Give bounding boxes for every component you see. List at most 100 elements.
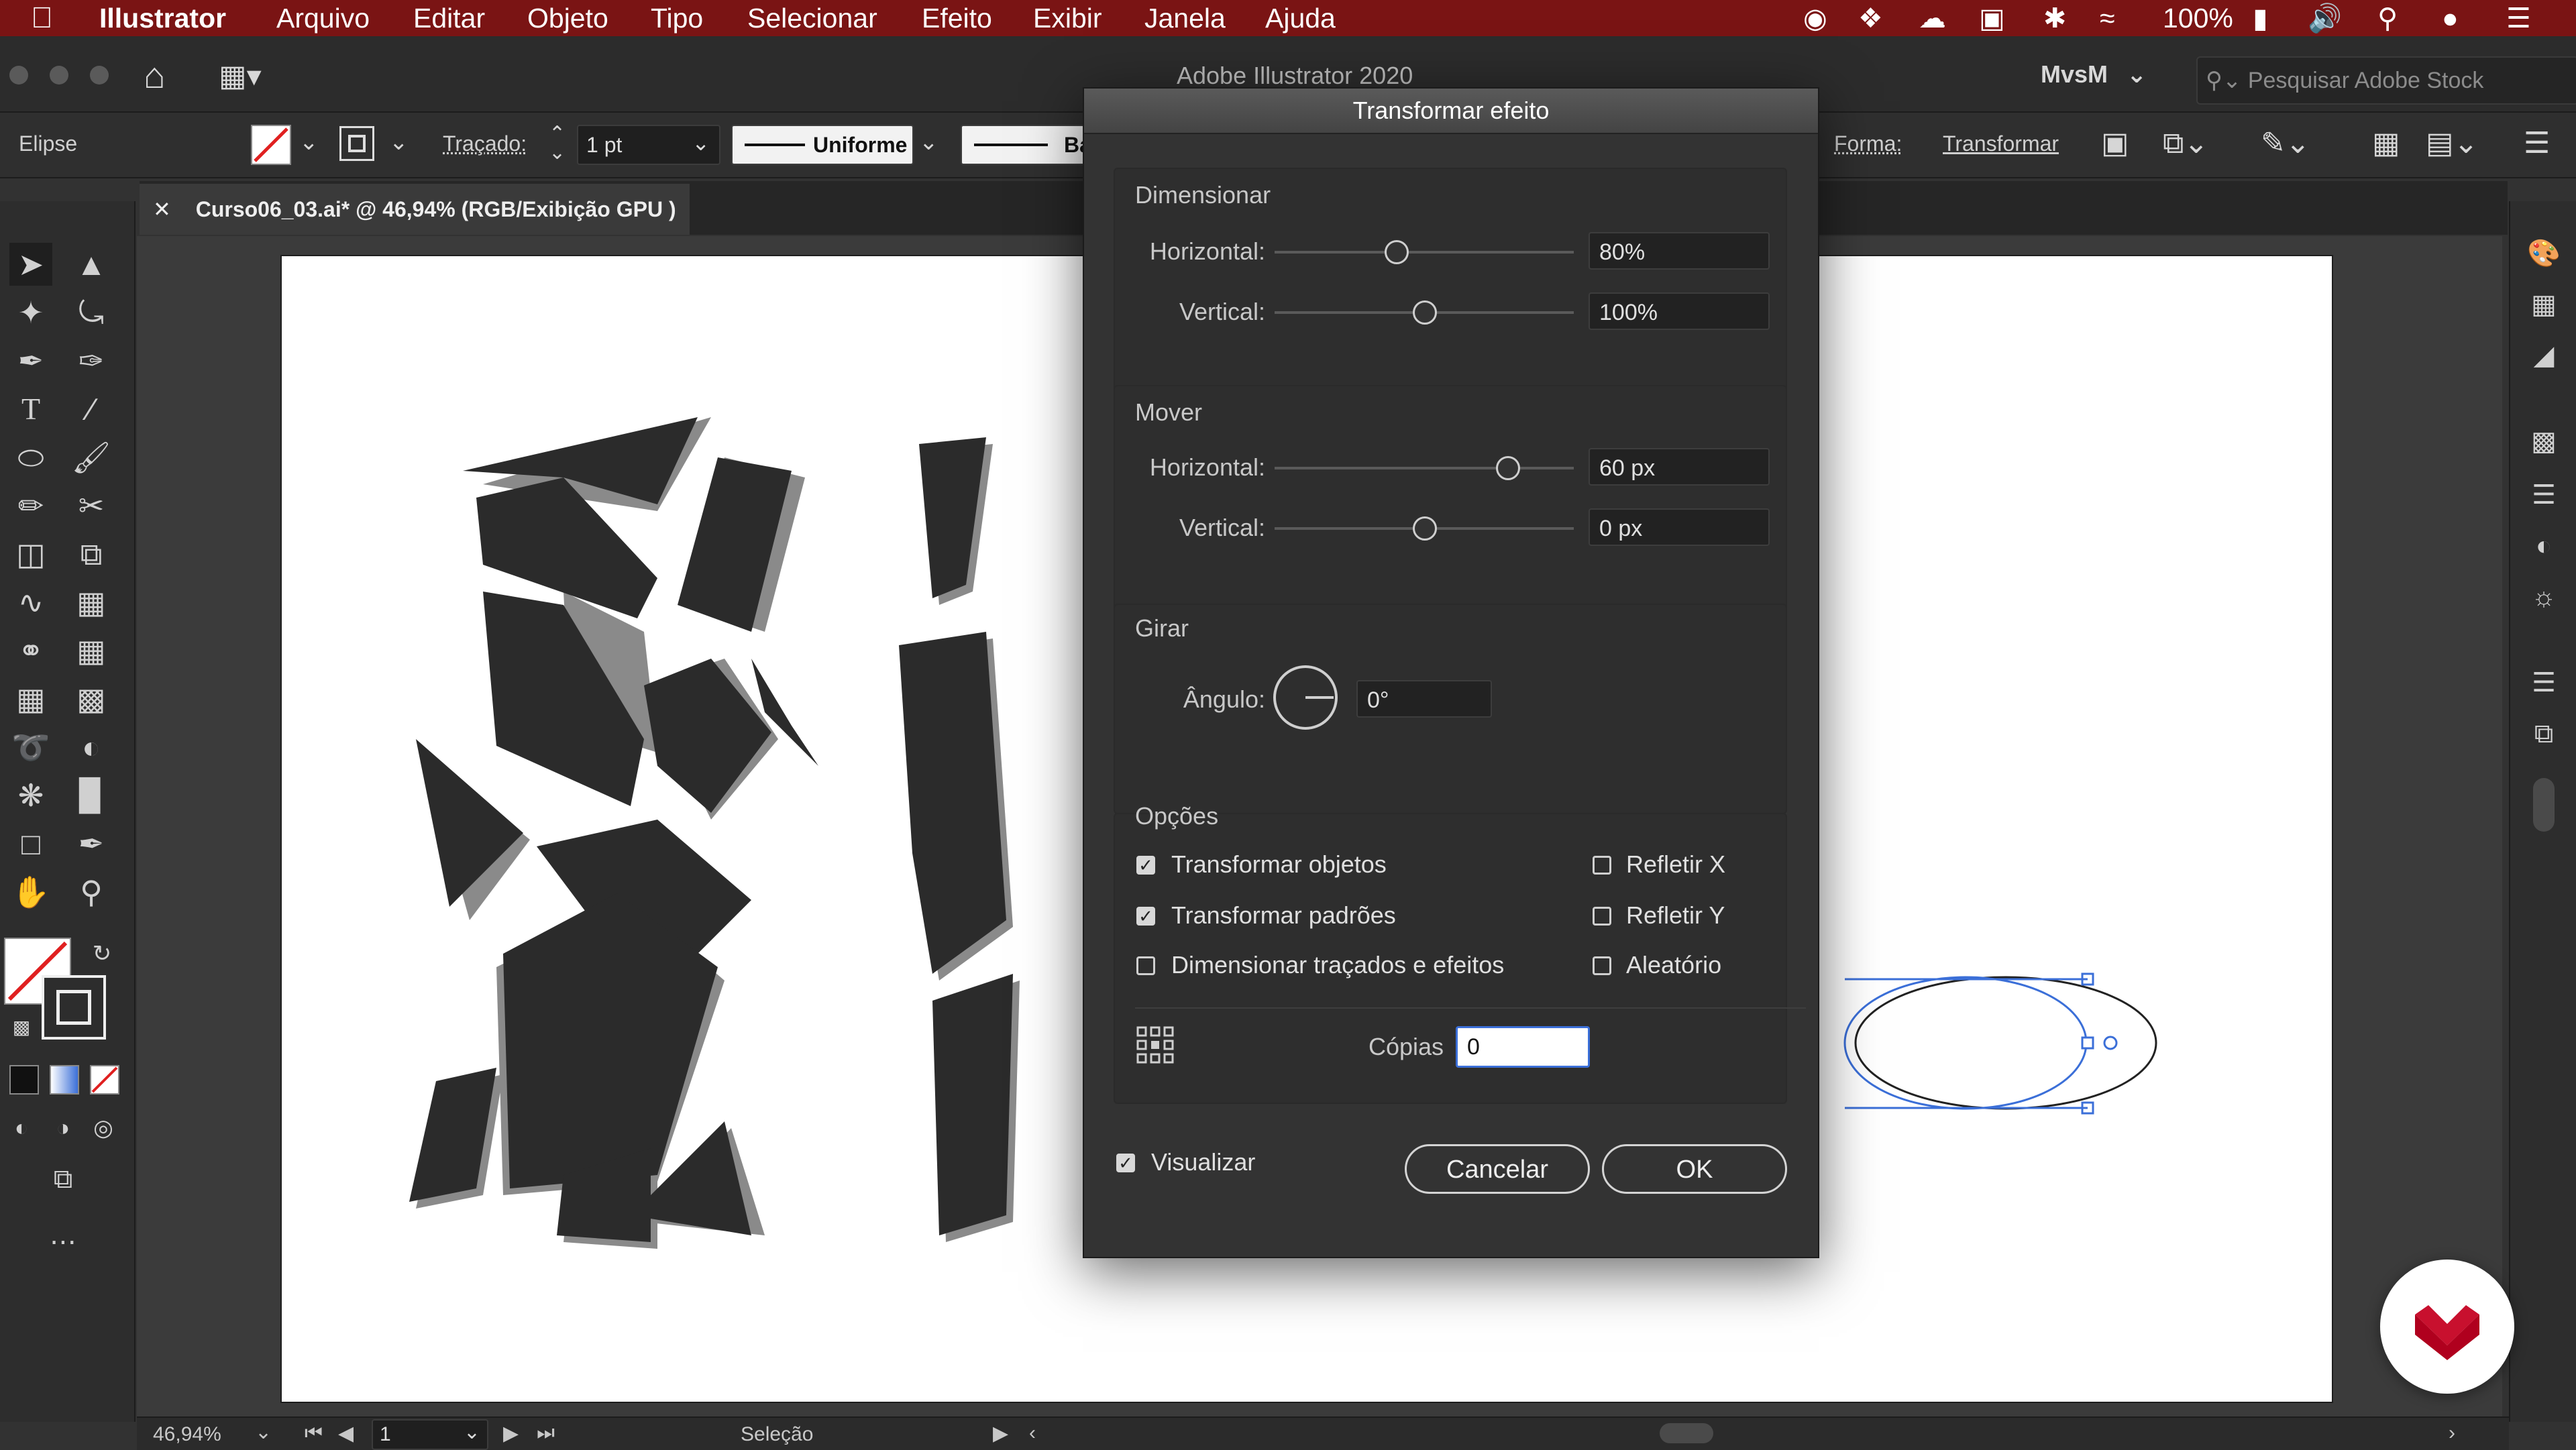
angle-dial[interactable] <box>1273 665 1338 730</box>
distribute-icon[interactable]: ▤⌄ <box>2426 126 2478 160</box>
last-artboard-icon[interactable]: ⏭ <box>537 1422 555 1445</box>
reflect-y-checkbox[interactable] <box>1593 907 1611 926</box>
ellipse-pie-widget[interactable] <box>2103 1036 2118 1050</box>
selection-handle-right[interactable] <box>2081 1036 2094 1050</box>
scale-horizontal-slider[interactable] <box>1275 251 1574 254</box>
ok-button[interactable]: OK <box>1602 1144 1787 1194</box>
display-icon[interactable]: ▣ <box>1979 0 2005 36</box>
random-label[interactable]: Aleatório <box>1626 951 1721 979</box>
window-minimize-button[interactable] <box>50 66 68 85</box>
transform-patterns-label[interactable]: Transformar padrões <box>1171 901 1396 930</box>
menu-ajuda[interactable]: Ajuda <box>1265 0 1336 36</box>
stock-search-input[interactable]: ⚲⌄ Pesquisar Adobe Stock <box>2196 56 2576 105</box>
lasso-tool-icon[interactable]: ⤿ <box>70 291 113 334</box>
reflect-tool-icon[interactable]: ◫ <box>9 533 52 575</box>
hand-tool-icon[interactable]: ✋ <box>9 871 52 913</box>
profile-dropdown-chevron-icon[interactable]: ⌄ <box>919 129 938 156</box>
transparency-panel-icon[interactable]: ◐ <box>2525 527 2563 565</box>
perspective-grid-tool-icon[interactable]: ▦ <box>70 629 113 672</box>
scale-vertical-knob[interactable] <box>1413 300 1437 325</box>
move-horizontal-slider[interactable] <box>1275 467 1574 469</box>
arrange-documents-icon[interactable]: ▦▾ <box>219 59 262 93</box>
random-checkbox[interactable] <box>1593 956 1611 975</box>
ellipse-tool-icon[interactable]: ⬭ <box>9 436 52 479</box>
stroke-stepper-icon[interactable]: ⌃ ⌄ <box>549 124 566 163</box>
align-to-selection-icon[interactable]: ▣ <box>2101 126 2129 160</box>
slice-tool-icon[interactable]: ✒ <box>70 822 113 865</box>
panel-menu-icon[interactable]: ☰ <box>2524 126 2550 160</box>
reflect-y-label[interactable]: Refletir Y <box>1626 901 1725 930</box>
stroke-swatch[interactable] <box>339 126 374 161</box>
apple-icon[interactable]:  <box>31 0 53 36</box>
transform-each-icon[interactable]: ⧉⌄ <box>2163 126 2208 160</box>
free-transform-tool-icon[interactable]: ▦ <box>70 581 113 624</box>
scale-vertical-input[interactable]: 100% <box>1589 292 1770 330</box>
stroke-weight-label[interactable]: Traçado: <box>443 131 527 156</box>
transform-objects-checkbox[interactable]: ✓ <box>1136 856 1155 875</box>
wifi-icon[interactable]: ≈ <box>2100 0 2115 36</box>
draw-inside-icon[interactable]: ◎ <box>82 1107 125 1150</box>
next-artboard-icon[interactable]: ▶ <box>503 1422 519 1445</box>
panel-scrollbar[interactable] <box>2533 778 2555 832</box>
draw-normal-icon[interactable]: ◐ <box>0 1107 43 1150</box>
volume-icon[interactable]: 🔊 <box>2308 0 2342 36</box>
mesh-tool-icon[interactable]: ▦ <box>9 677 52 720</box>
transform-patterns-checkbox[interactable]: ✓ <box>1136 907 1155 926</box>
first-artboard-icon[interactable]: ⏮ <box>305 1422 323 1445</box>
status-menu-arrow-icon[interactable]: ▶ <box>993 1422 1008 1445</box>
appearance-panel-icon[interactable]: ☼ <box>2525 578 2563 616</box>
screen-mode-icon[interactable]: ⧉ <box>42 1158 85 1201</box>
variable-width-profile[interactable]: Uniforme <box>731 125 914 165</box>
screen-record-icon[interactable]: ◉ <box>1803 0 1827 36</box>
scale-horizontal-knob[interactable] <box>1385 240 1409 264</box>
dropbox-icon[interactable]: ❖ <box>1858 0 1883 36</box>
gradient-tool-icon[interactable]: ▩ <box>70 677 113 720</box>
status-mode[interactable]: Seleção <box>741 1423 813 1446</box>
battery-icon[interactable]: ▮ <box>2253 0 2268 36</box>
swap-fill-stroke-icon[interactable]: ↻ <box>80 932 123 975</box>
gradient-panel-icon[interactable]: ▩ <box>2525 423 2563 460</box>
menu-tipo[interactable]: Tipo <box>651 0 703 36</box>
shape-label[interactable]: Forma: <box>1834 131 1902 156</box>
scale-strokes-label[interactable]: Dimensionar traçados e efeitos <box>1171 951 1504 979</box>
symbol-sprayer-tool-icon[interactable]: ❋ <box>9 774 52 817</box>
workspace-switcher[interactable]: MvsM ⌄ <box>2041 60 2147 89</box>
scale-strokes-checkbox[interactable] <box>1136 956 1155 975</box>
reflect-x-checkbox[interactable] <box>1593 856 1611 875</box>
artboard-number-input[interactable]: 1 ⌄ <box>372 1419 488 1450</box>
scroll-left-icon[interactable]: ‹ <box>1029 1422 1036 1445</box>
move-vertical-knob[interactable] <box>1413 516 1437 541</box>
pencil-tool-icon[interactable]: ✏ <box>9 484 52 527</box>
menu-app-name[interactable]: Illustrator <box>99 0 226 36</box>
blend-tool-icon[interactable]: ◐ <box>70 726 113 769</box>
zoom-tool-icon[interactable]: ⚲ <box>70 871 113 913</box>
default-fill-stroke-icon[interactable]: ▩ <box>0 1006 43 1049</box>
menu-efeito[interactable]: Efeito <box>922 0 992 36</box>
notification-center-icon[interactable]: ☰ <box>2506 0 2531 36</box>
stroke-color-swatch[interactable] <box>42 975 106 1040</box>
preview-label[interactable]: Visualizar <box>1151 1148 1255 1176</box>
reference-point-locator-icon[interactable] <box>1135 1025 1175 1065</box>
home-icon[interactable]: ⌂ <box>144 55 166 97</box>
move-horizontal-knob[interactable] <box>1496 456 1520 480</box>
rotate-angle-input[interactable]: 0° <box>1356 680 1492 718</box>
eyedropper-tool-icon[interactable]: ➰ <box>9 726 52 769</box>
arrange-icon[interactable]: ▦ <box>2372 126 2400 160</box>
artboard-tool-icon[interactable]: □ <box>9 822 52 865</box>
spotlight-search-icon[interactable]: ⚲ <box>2377 0 2398 36</box>
bluetooth-icon[interactable]: ✱ <box>2043 0 2066 36</box>
transform-link[interactable]: Transformar <box>1943 131 2059 156</box>
gradient-mode-button[interactable] <box>50 1065 79 1095</box>
fill-dropdown-chevron-icon[interactable]: ⌄ <box>299 129 319 156</box>
stroke-weight-input[interactable]: 1 pt ⌄ <box>577 125 720 165</box>
transform-objects-label[interactable]: Transformar objetos <box>1171 850 1387 879</box>
draw-behind-icon[interactable]: ◑ <box>42 1107 85 1150</box>
none-mode-button[interactable] <box>90 1065 119 1095</box>
isolate-icon[interactable]: ✎⌄ <box>2261 126 2310 160</box>
horizontal-scrollbar-thumb[interactable] <box>1660 1423 1713 1443</box>
menu-objeto[interactable]: Objeto <box>527 0 608 36</box>
shape-builder-tool-icon[interactable]: ⚭ <box>9 629 52 672</box>
magic-wand-tool-icon[interactable]: ✦ <box>9 291 52 334</box>
move-horizontal-input[interactable]: 60 px <box>1589 448 1770 486</box>
scissors-tool-icon[interactable]: ✂ <box>70 484 113 527</box>
